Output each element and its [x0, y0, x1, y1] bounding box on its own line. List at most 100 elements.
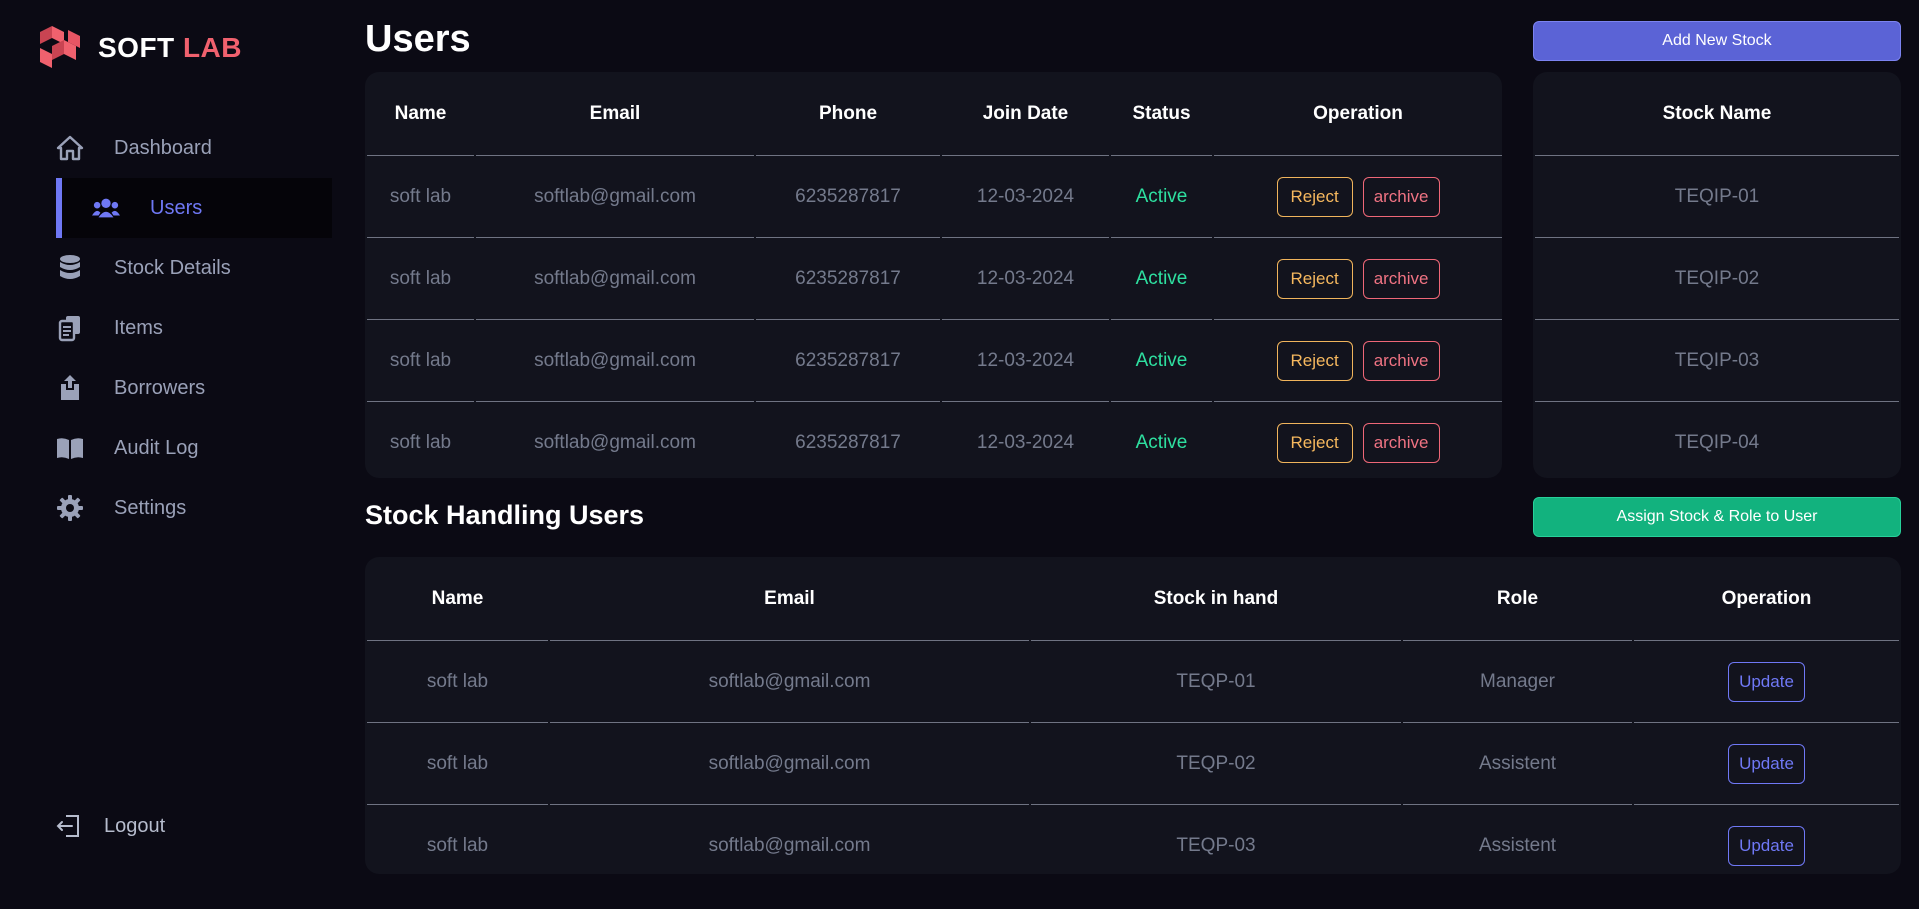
logout-label: Logout — [104, 814, 166, 837]
add-new-stock-button[interactable]: Add New Stock — [1533, 21, 1901, 61]
user-email: softlab@gmail.com — [476, 320, 754, 402]
sidebar-item-label: Stock Details — [114, 256, 231, 279]
handling-table-card: Name Email Stock in hand Role Operation … — [365, 557, 1901, 874]
user-role: Manager — [1403, 641, 1632, 723]
user-join-date: 12-03-2024 — [942, 320, 1109, 402]
sidebar-item-label: Users — [150, 196, 203, 219]
table-row: soft lab softlab@gmail.com TEQP-01 Manag… — [367, 641, 1899, 723]
operation-cell: Update — [1634, 723, 1899, 805]
stock-in-hand: TEQP-03 — [1176, 835, 1256, 856]
table-row: TEQIP-02 — [1535, 238, 1899, 320]
logo-cubes-icon — [40, 26, 80, 68]
sidebar: SOFT LAB Dashboard Users Stock Details I… — [0, 0, 345, 909]
reject-button[interactable]: Reject — [1276, 258, 1353, 299]
column-header: Role — [1403, 557, 1632, 641]
sidebar-item-settings[interactable]: Settings — [0, 478, 345, 538]
user-name: soft lab — [426, 835, 489, 856]
archive-button[interactable]: archive — [1362, 423, 1440, 463]
table-row: soft lab softlab@gmail.com 6235287817 12… — [367, 320, 1502, 402]
reject-button[interactable]: Reject — [1276, 340, 1353, 381]
user-email: softlab@gmail.com — [708, 835, 871, 856]
stock-in-hand: TEQP-02 — [1031, 723, 1401, 805]
sidebar-item-stock-details[interactable]: Stock Details — [0, 238, 345, 298]
users-table: Name Email Phone Join Date Status Operat… — [365, 72, 1502, 478]
sidebar-item-label: Dashboard — [114, 136, 212, 159]
user-role: Assistent — [1478, 835, 1557, 856]
table-header-row: Stock Name — [1535, 72, 1899, 156]
user-email: softlab@gmail.com — [476, 238, 754, 320]
operation-cell: Reject archive — [1214, 402, 1502, 478]
user-name: soft lab — [367, 156, 474, 238]
sidebar-item-items[interactable]: Items — [0, 298, 345, 358]
table-row: soft lab softlab@gmail.com TEQP-02 Assis… — [367, 723, 1899, 805]
user-phone: 6235287817 — [756, 156, 940, 238]
column-header: Email — [476, 72, 754, 156]
sidebar-item-label: Items — [114, 316, 163, 339]
column-header: Name — [367, 72, 474, 156]
operation-cell: Update — [1634, 641, 1899, 723]
table-header-row: Name Email Phone Join Date Status Operat… — [367, 72, 1502, 156]
update-button[interactable]: Update — [1728, 743, 1805, 784]
stock-name: TEQIP-02 — [1535, 238, 1899, 320]
sidebar-nav: Dashboard Users Stock Details Items Borr… — [0, 118, 345, 538]
reject-button[interactable]: Reject — [1276, 176, 1353, 217]
assign-stock-role-button[interactable]: Assign Stock & Role to User — [1533, 497, 1901, 537]
status-badge: Active — [1111, 156, 1212, 238]
user-role: Assistent — [1403, 723, 1632, 805]
column-header: Stock in hand — [1031, 557, 1401, 641]
table-header-row: Name Email Stock in hand Role Operation — [367, 557, 1899, 641]
stock-name: TEQIP-01 — [1535, 156, 1899, 238]
status-badge: Active — [1135, 432, 1188, 453]
table-row: soft lab softlab@gmail.com TEQP-03 Assis… — [367, 805, 1899, 874]
column-header: Join Date — [942, 72, 1109, 156]
table-row: soft lab softlab@gmail.com 6235287817 12… — [367, 156, 1502, 238]
column-header: Operation — [1214, 72, 1502, 156]
column-header: Name — [367, 557, 548, 641]
sidebar-item-users[interactable]: Users — [56, 178, 332, 238]
user-name: soft lab — [389, 432, 452, 453]
upload-icon — [56, 374, 84, 402]
sidebar-item-audit-log[interactable]: Audit Log — [0, 418, 345, 478]
operation-cell: Reject archive — [1214, 320, 1502, 402]
archive-button[interactable]: archive — [1362, 176, 1440, 217]
update-button[interactable]: Update — [1728, 661, 1805, 702]
users-icon — [92, 194, 120, 222]
user-join-date: 12-03-2024 — [942, 156, 1109, 238]
user-name: soft lab — [367, 238, 474, 320]
sidebar-item-dashboard[interactable]: Dashboard — [0, 118, 345, 178]
user-email: softlab@gmail.com — [550, 641, 1029, 723]
reject-button[interactable]: Reject — [1276, 423, 1353, 463]
operation-cell: Update — [1634, 805, 1899, 874]
archive-button[interactable]: archive — [1362, 340, 1440, 381]
user-join-date: 12-03-2024 — [942, 238, 1109, 320]
sidebar-item-borrowers[interactable]: Borrowers — [0, 358, 345, 418]
stock-in-hand: TEQP-01 — [1031, 641, 1401, 723]
user-phone: 6235287817 — [756, 238, 940, 320]
status-badge: Active — [1111, 320, 1212, 402]
page-title: Users — [365, 18, 471, 60]
column-header: Status — [1111, 72, 1212, 156]
user-email: softlab@gmail.com — [476, 156, 754, 238]
status-badge: Active — [1111, 238, 1212, 320]
brand-name: SOFT LAB — [98, 32, 242, 63]
brand[interactable]: SOFT LAB — [38, 24, 242, 72]
table-row: TEQIP-01 — [1535, 156, 1899, 238]
users-table-card: Name Email Phone Join Date Status Operat… — [365, 72, 1502, 478]
column-header: Operation — [1634, 557, 1899, 641]
table-row: TEQIP-03 — [1535, 320, 1899, 402]
logout-button[interactable]: Logout — [56, 812, 165, 840]
stock-name: TEQIP-03 — [1535, 320, 1899, 402]
section-title: Stock Handling Users — [365, 500, 645, 530]
stock-table: Stock Name TEQIP-01 TEQIP-02 TEQIP-03 TE… — [1533, 72, 1901, 478]
table-row: soft lab softlab@gmail.com 6235287817 12… — [367, 402, 1502, 478]
operation-cell: Reject archive — [1214, 238, 1502, 320]
update-button[interactable]: Update — [1728, 826, 1805, 866]
user-email: softlab@gmail.com — [534, 432, 696, 453]
user-phone: 6235287817 — [756, 320, 940, 402]
user-name: soft lab — [367, 641, 548, 723]
column-header: Phone — [756, 72, 940, 156]
stock-name: TEQIP-04 — [1674, 432, 1760, 453]
user-join-date: 12-03-2024 — [976, 432, 1075, 453]
archive-button[interactable]: archive — [1362, 258, 1440, 299]
database-icon — [56, 254, 84, 282]
